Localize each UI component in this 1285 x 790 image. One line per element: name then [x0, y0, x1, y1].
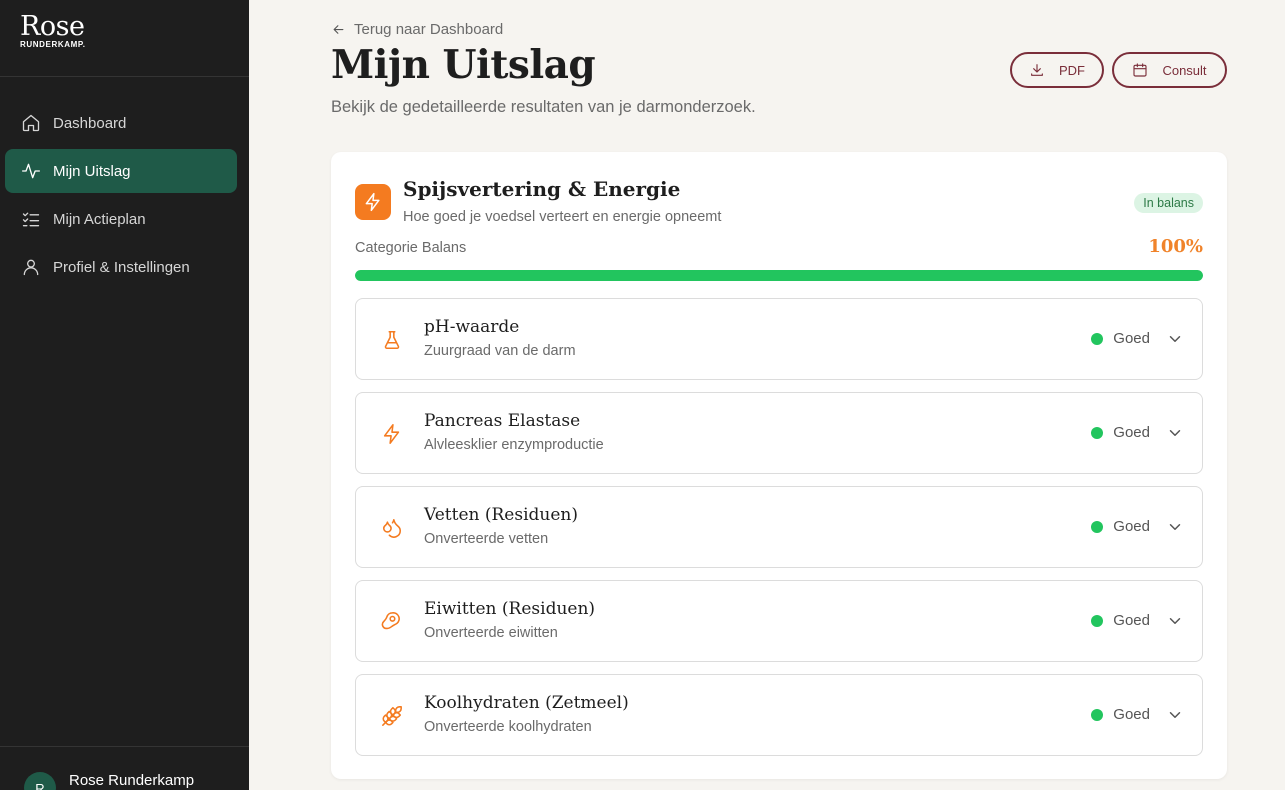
result-item-eiwitten[interactable]: Eiwitten (Residuen) Onverteerde eiwitten… — [355, 580, 1203, 662]
sidebar-item-mijn-uitslag[interactable]: Mijn Uitslag — [5, 149, 237, 193]
sidebar-item-profiel[interactable]: Profiel & Instellingen — [5, 245, 237, 289]
zap-icon — [365, 192, 380, 212]
status-dot — [1091, 708, 1104, 721]
sidebar-nav: Dashboard Mijn Uitslag Mijn Actieplan Pr… — [5, 101, 237, 293]
avatar: R — [24, 772, 56, 790]
sidebar-divider-bottom — [0, 746, 249, 747]
zap-icon — [381, 423, 403, 445]
status-label: Goed — [1113, 424, 1150, 441]
status-label: Goed — [1113, 518, 1150, 535]
balance-value: 100% — [1148, 236, 1203, 257]
result-item-vetten[interactable]: Vetten (Residuen) Onverteerde vetten Goe… — [355, 486, 1203, 568]
sidebar-item-label: Mijn Uitslag — [53, 162, 131, 180]
pdf-button[interactable]: PDF — [1010, 52, 1104, 88]
status-indicator: Goed — [1091, 330, 1150, 347]
activity-icon — [22, 163, 40, 179]
chevron-down-icon[interactable] — [1166, 518, 1184, 536]
home-icon — [22, 114, 40, 132]
arrow-left-icon — [333, 25, 344, 34]
category-title: Spijsvertering & Energie — [403, 177, 681, 201]
chevron-down-icon[interactable] — [1166, 330, 1184, 348]
status-indicator: Goed — [1091, 518, 1150, 535]
back-link[interactable]: Terug naar Dashboard — [331, 21, 503, 38]
chevron-down-icon[interactable] — [1166, 424, 1184, 442]
user-icon — [23, 259, 39, 276]
chevron-down-icon[interactable] — [1166, 706, 1184, 724]
category-icon — [355, 184, 391, 220]
result-item-subtitle: Zuurgraad van de darm — [424, 343, 576, 359]
page-subtitle: Bekijk de gedetailleerde resultaten van … — [331, 98, 756, 116]
sidebar-item-dashboard[interactable]: Dashboard — [5, 101, 237, 145]
status-dot — [1091, 426, 1104, 439]
result-item-subtitle: Onverteerde vetten — [424, 531, 549, 547]
result-list: pH-waarde Zuurgraad van de darm Goed Pan… — [355, 298, 1203, 768]
result-item-title: Pancreas Elastase — [424, 411, 581, 431]
balance-label: Categorie Balans — [355, 240, 467, 256]
user-profile[interactable]: R Rose Runderkamp — [24, 772, 194, 790]
chevron-down-icon[interactable] — [1166, 612, 1184, 630]
result-item-ph-waarde[interactable]: pH-waarde Zuurgraad van de darm Goed — [355, 298, 1203, 380]
status-dot — [1091, 520, 1104, 533]
status-indicator: Goed — [1091, 706, 1150, 723]
sidebar-divider-top — [0, 76, 249, 77]
user-name: Rose Runderkamp — [69, 772, 195, 789]
result-item-pancreas-elastase[interactable]: Pancreas Elastase Alvleesklier enzymprod… — [355, 392, 1203, 474]
consult-button-label: Consult — [1162, 62, 1207, 78]
consult-button[interactable]: Consult — [1112, 52, 1227, 88]
category-description: Hoe goed je voedsel verteert en energie … — [403, 209, 722, 225]
checklist-icon — [22, 212, 40, 227]
balance-progress-fill — [355, 270, 1203, 281]
beef-icon — [381, 611, 403, 633]
status-label: Goed — [1113, 706, 1150, 723]
sidebar-item-label: Dashboard — [53, 114, 127, 132]
sidebar-item-label: Mijn Actieplan — [53, 210, 146, 228]
status-dot — [1091, 332, 1104, 345]
result-item-subtitle: Onverteerde eiwitten — [424, 625, 558, 641]
brand-name: Rose — [20, 11, 85, 42]
status-dot — [1091, 614, 1104, 627]
status-indicator: Goed — [1091, 424, 1150, 441]
sidebar-item-mijn-actieplan[interactable]: Mijn Actieplan — [5, 197, 237, 241]
result-item-title: pH-waarde — [424, 317, 520, 337]
status-label: Goed — [1113, 612, 1150, 629]
status-label: Goed — [1113, 330, 1150, 347]
result-item-subtitle: Alvleesklier enzymproductie — [424, 437, 604, 453]
page-title: Mijn Uitslag — [331, 42, 596, 88]
result-item-subtitle: Onverteerde koolhydraten — [424, 719, 592, 735]
result-item-koolhydraten[interactable]: Koolhydraten (Zetmeel) Onverteerde koolh… — [355, 674, 1203, 756]
sidebar: Rose RUNDERKAMP. Dashboard Mijn Uitslag … — [0, 0, 249, 790]
pdf-button-label: PDF — [1059, 62, 1085, 78]
result-item-title: Eiwitten (Residuen) — [424, 599, 596, 619]
brand-tagline: RUNDERKAMP. — [20, 40, 86, 49]
calendar-icon — [1133, 63, 1148, 77]
back-link-label: Terug naar Dashboard — [354, 21, 504, 38]
droplets-icon — [381, 517, 403, 539]
status-badge: In balans — [1134, 193, 1203, 213]
category-card: Spijsvertering & Energie Hoe goed je voe… — [331, 152, 1227, 779]
brand-logo[interactable]: Rose RUNDERKAMP. — [20, 11, 86, 49]
result-item-title: Koolhydraten (Zetmeel) — [424, 693, 629, 713]
wheat-icon — [381, 705, 403, 727]
download-icon — [1031, 64, 1043, 76]
sidebar-item-label: Profiel & Instellingen — [53, 258, 190, 276]
flask-icon — [381, 329, 403, 351]
main-content: Terug naar Dashboard Mijn Uitslag Bekijk… — [249, 0, 1285, 790]
balance-progress-bar — [355, 270, 1203, 281]
result-item-title: Vetten (Residuen) — [424, 505, 578, 525]
status-indicator: Goed — [1091, 612, 1150, 629]
